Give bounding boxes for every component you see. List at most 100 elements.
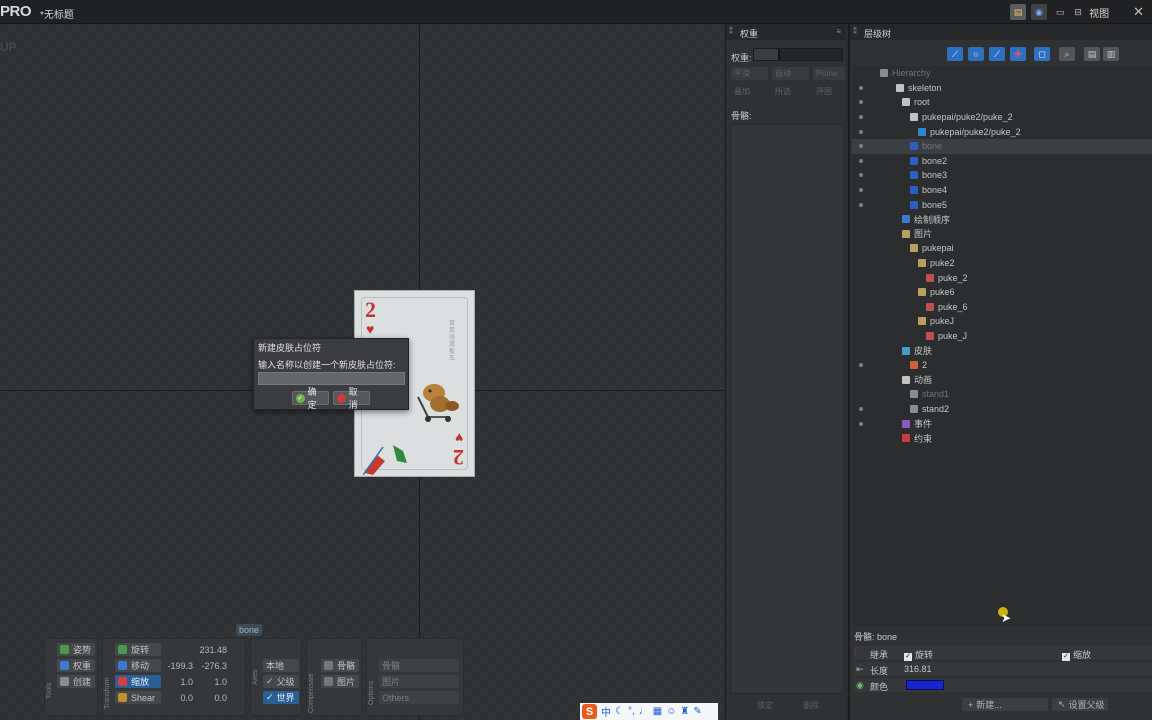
constraint-filter-icon[interactable]: ✚ xyxy=(1010,47,1026,61)
tree-row[interactable]: 2 xyxy=(852,358,1152,373)
tree-row[interactable]: puke_2 xyxy=(852,270,1152,285)
options-bones-row[interactable]: 骨骼 xyxy=(379,659,459,672)
tree-row[interactable]: 约束 xyxy=(852,431,1152,446)
tree-row[interactable]: 皮肤 xyxy=(852,343,1152,358)
inherit-rotate-checkbox[interactable]: ✓ 旋转 xyxy=(904,648,933,661)
tree-row[interactable]: Hierarchy xyxy=(852,66,1152,81)
ok-button[interactable]: ✓ 确定 xyxy=(292,387,329,410)
visibility-icon[interactable] xyxy=(859,115,863,120)
tree-row[interactable]: bone3 xyxy=(852,168,1152,183)
pin-icon[interactable]: ⁑ xyxy=(729,27,733,36)
set-parent-button[interactable]: ↖ 设置父级 xyxy=(1052,698,1108,711)
rotate-button[interactable]: 旋转 xyxy=(115,643,161,656)
shirt-icon[interactable]: ♜ xyxy=(680,706,689,717)
tree-row[interactable]: bone2 xyxy=(852,154,1152,169)
tool-icon[interactable]: ✎ xyxy=(693,706,701,717)
translate-x-value[interactable]: -199.3 xyxy=(159,661,193,671)
compensate-bones-button[interactable]: 骨骼 xyxy=(321,659,359,672)
expand-icon[interactable]: ▥ xyxy=(1103,47,1119,61)
visibility-icon[interactable] xyxy=(859,144,863,149)
rotate-value[interactable]: 231.48 xyxy=(183,645,227,655)
keyboard-icon[interactable]: ▦ xyxy=(653,706,662,717)
visibility-icon[interactable] xyxy=(859,158,863,163)
editor-viewport[interactable]: UP 2 ♥ 鼠鼠骑滑板车 2 ♥ 新建皮肤占位符 输入名称以创建一个新皮肤占位… xyxy=(0,24,724,720)
tree-row[interactable]: puke_6 xyxy=(852,300,1152,315)
weights-bone-list[interactable] xyxy=(730,124,844,694)
punctuation-icon[interactable]: °, xyxy=(628,706,635,717)
visibility-icon[interactable] xyxy=(859,129,863,134)
tree-row[interactable]: 事件 xyxy=(852,416,1152,431)
weights-tool-button[interactable]: 权重 xyxy=(57,659,95,672)
translate-button[interactable]: 移动 xyxy=(115,659,161,672)
tree-row[interactable]: 绘制顺序 xyxy=(852,212,1152,227)
shear-button[interactable]: Shear xyxy=(115,691,161,704)
tree-row[interactable]: 动画 xyxy=(852,373,1152,388)
visibility-icon[interactable] xyxy=(859,85,863,90)
world-axis-button[interactable]: ✓ 世界 xyxy=(263,691,299,704)
mic-icon[interactable]: ♩ xyxy=(639,706,649,717)
hierarchy-tree[interactable]: Hierarchy skeleton root pukepai/puke2/puke_… xyxy=(852,66,1152,626)
path-filter-icon[interactable]: ⟋ xyxy=(989,47,1005,61)
tree-row[interactable]: pukepai xyxy=(852,241,1152,256)
monitor-icon[interactable]: ▭ xyxy=(1052,4,1068,20)
slot-filter-icon[interactable]: ○ xyxy=(968,47,984,61)
moon-icon[interactable]: ☾ xyxy=(615,706,624,717)
weight-slider[interactable] xyxy=(753,48,843,61)
collapse-icon[interactable]: ▤ xyxy=(1084,47,1100,61)
visibility-icon[interactable] xyxy=(859,407,863,412)
menu-icon[interactable]: ≡ xyxy=(836,27,841,36)
tree-row[interactable]: puke2 xyxy=(852,256,1152,271)
prune-button[interactable]: Prune xyxy=(813,67,845,80)
layout-icon[interactable]: ▤ xyxy=(1010,4,1027,20)
ime-mode[interactable]: 中 xyxy=(601,704,611,719)
person-icon[interactable]: ☺ xyxy=(666,706,676,717)
tree-row[interactable]: skeleton xyxy=(852,81,1152,96)
pose-tool-button[interactable]: 姿势 xyxy=(57,643,95,656)
delete-button[interactable]: 删除 xyxy=(800,699,840,712)
new-button[interactable]: + 新建... xyxy=(962,698,1048,711)
visibility-icon[interactable] xyxy=(859,363,863,368)
tree-row[interactable]: stand2 xyxy=(852,402,1152,417)
bbox-filter-icon[interactable]: ◻ xyxy=(1034,47,1050,61)
scale-x-value[interactable]: 1.0 xyxy=(159,677,193,687)
create-tool-button[interactable]: 创建 xyxy=(57,675,95,688)
lock-button[interactable]: 锁定 xyxy=(754,699,794,712)
translate-y-value[interactable]: -276.3 xyxy=(195,661,227,671)
compensate-images-button[interactable]: 图片 xyxy=(321,675,359,688)
visibility-icon[interactable] xyxy=(859,188,863,193)
tree-row[interactable]: bone xyxy=(852,139,1152,154)
tree-row[interactable]: puke6 xyxy=(852,285,1152,300)
scale-y-value[interactable]: 1.0 xyxy=(195,677,227,687)
tree-row[interactable]: pukepai/puke2/puke_2 xyxy=(852,110,1152,125)
close-icon[interactable]: ✕ xyxy=(1133,4,1144,20)
options-others-row[interactable]: Others xyxy=(379,691,459,704)
tree-row[interactable]: pukeJ xyxy=(852,314,1152,329)
visibility-icon[interactable] xyxy=(859,100,863,105)
overlay-toggle[interactable]: 叠加 xyxy=(731,85,768,98)
inherit-scale-checkbox[interactable]: ✓ 缩放 xyxy=(1062,648,1091,661)
tree-row[interactable]: bone4 xyxy=(852,183,1152,198)
length-value[interactable]: 316.81 xyxy=(904,664,932,674)
bone-color-swatch[interactable] xyxy=(906,680,944,690)
smooth-button[interactable]: 平滑 xyxy=(731,67,768,80)
options-images-row[interactable]: 图片 xyxy=(379,675,459,688)
skin-name-input[interactable] xyxy=(258,372,405,385)
visibility-icon[interactable] xyxy=(859,421,863,426)
tree-row[interactable]: 图片 xyxy=(852,227,1152,242)
ime-toolbar[interactable]: S 中 ☾ °, ♩ ▦ ☺ ♜ ✎ xyxy=(580,703,718,720)
tree-row[interactable]: bone5 xyxy=(852,197,1152,212)
parent-axis-button[interactable]: ✓ 父级 xyxy=(263,675,299,688)
bone-filter-icon[interactable]: ⟋ xyxy=(947,47,963,61)
selected-toggle[interactable]: 所选 xyxy=(772,85,809,98)
cancel-button[interactable]: 取消 xyxy=(333,387,370,410)
shear-y-value[interactable]: 0.0 xyxy=(195,693,227,703)
view-menu[interactable]: 视图 xyxy=(1089,5,1109,20)
tree-row[interactable]: pukepai/puke2/puke_2 xyxy=(852,124,1152,139)
tree-row[interactable]: stand1 xyxy=(852,387,1152,402)
tree-row[interactable]: root xyxy=(852,95,1152,110)
auto-button[interactable]: 自动 xyxy=(772,67,809,80)
chrome-icon[interactable]: ◉ xyxy=(1031,4,1048,20)
view-icon[interactable]: ⊟ xyxy=(1073,4,1083,20)
search-icon[interactable]: ⌕ xyxy=(1059,47,1075,61)
eval-toggle[interactable]: 评图 xyxy=(813,85,845,98)
